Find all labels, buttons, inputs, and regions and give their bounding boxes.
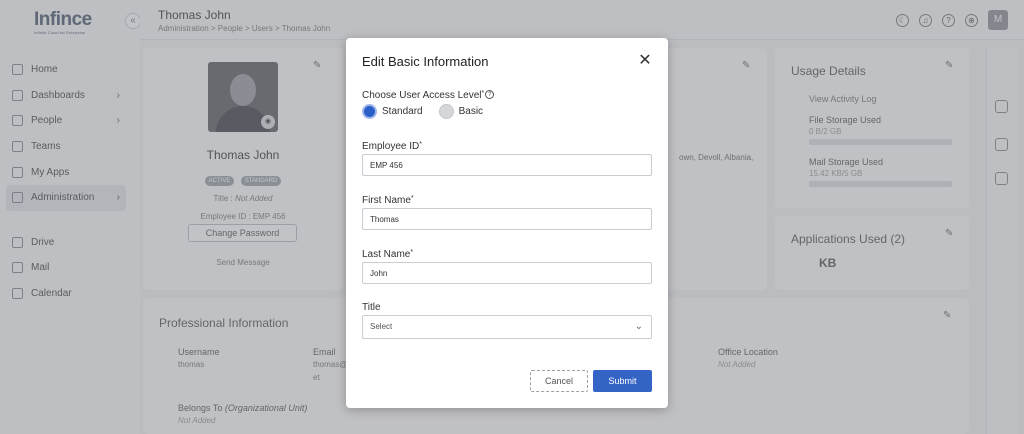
edit-basic-info-modal: Edit Basic Information ✕ Choose User Acc…	[346, 38, 668, 408]
radio-standard-label[interactable]: Standard	[382, 106, 423, 117]
required-mark: *	[481, 90, 485, 97]
title-label: Title	[362, 302, 381, 313]
required-mark: *	[410, 195, 414, 202]
radio-basic[interactable]	[438, 104, 454, 119]
first-name-field[interactable]	[362, 208, 652, 230]
title-select[interactable]: Select ⌄	[362, 315, 652, 339]
employee-id-label: Employee ID*	[362, 141, 422, 152]
title-select-value: Select	[370, 322, 393, 331]
access-level-label: Choose User Access Level*?	[362, 90, 495, 101]
cancel-button[interactable]: Cancel	[530, 370, 588, 392]
submit-button[interactable]: Submit	[593, 370, 652, 392]
radio-basic-label[interactable]: Basic	[459, 106, 483, 117]
employee-id-field[interactable]	[362, 154, 652, 176]
last-name-label: Last Name*	[362, 249, 413, 260]
required-mark: *	[419, 141, 422, 148]
modal-title: Edit Basic Information	[362, 54, 489, 69]
last-name-field[interactable]	[362, 262, 652, 284]
last-name-text: Last Name	[362, 249, 411, 260]
employee-id-text: Employee ID	[362, 141, 420, 152]
first-name-label: First Name*	[362, 195, 414, 206]
close-icon[interactable]: ✕	[636, 52, 654, 70]
access-level-text: Choose User Access Level	[362, 90, 482, 101]
chevron-down-icon: ⌄	[634, 321, 643, 332]
access-level-radio-group: Standard Basic	[362, 104, 499, 119]
help-circle-icon[interactable]: ?	[485, 90, 495, 99]
radio-standard[interactable]	[362, 104, 377, 119]
required-mark: *	[410, 249, 414, 256]
first-name-text: First Name	[362, 195, 411, 206]
